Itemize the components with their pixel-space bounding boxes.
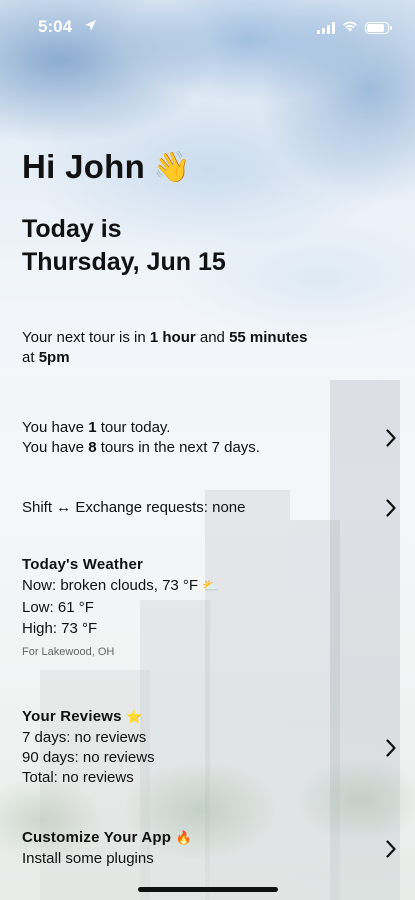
chevron-right-icon xyxy=(383,736,399,760)
location-arrow-icon xyxy=(84,19,97,37)
shift-exchange-row[interactable]: Shift ↔ Exchange requests: none xyxy=(22,496,399,520)
status-icons xyxy=(317,19,392,37)
reviews-7days: 7 days: no reviews xyxy=(22,729,147,746)
weather-now: Now: broken clouds, 73 °F ⛅ xyxy=(22,575,218,597)
shift-exchange-label: Shift ↔ Exchange requests: none xyxy=(22,499,246,516)
weather-high: High: 73 °F xyxy=(22,620,98,637)
customize-subtitle: Install some plugins xyxy=(22,850,154,867)
battery-icon xyxy=(365,22,392,34)
next-tour-time: 5pm xyxy=(38,349,70,366)
chevron-right-icon xyxy=(383,496,399,520)
weather-section: Today's Weather Now: broken clouds, 73 °… xyxy=(22,554,218,663)
weather-location: For Lakewood, OH xyxy=(22,646,115,658)
next-tour-and: and xyxy=(195,329,230,346)
customize-text: Customize Your App 🔥 Install some plugin… xyxy=(22,828,192,869)
weather-low: Low: 61 °F xyxy=(22,599,94,616)
today-label: Today is xyxy=(22,215,122,243)
chevron-right-icon xyxy=(383,426,399,450)
wifi-icon xyxy=(342,19,358,37)
next-tour-minutes: 55 minutes xyxy=(229,329,308,346)
partly-cloudy-icon: ⛅ xyxy=(202,579,219,594)
fire-icon: 🔥 xyxy=(175,831,192,846)
today-date: Today is Thursday, Jun 15 xyxy=(22,213,226,279)
tours-today-count: 1 xyxy=(88,419,97,436)
cellular-signal-icon xyxy=(317,22,335,34)
tours-today-prefix: You have xyxy=(22,419,89,436)
reviews-title-text: Your Reviews xyxy=(22,708,122,725)
tours-week-count: 8 xyxy=(88,439,97,456)
greeting-text: Hi John xyxy=(22,148,146,185)
tours-summary-text: You have 1 tour today. You have 8 tours … xyxy=(22,418,260,458)
status-bar: 5:04 xyxy=(0,0,415,56)
weather-now-text: Now: broken clouds, 73 °F xyxy=(22,577,199,594)
tours-week-prefix: You have xyxy=(22,439,89,456)
tours-week-suffix: tours in the next 7 days. xyxy=(96,439,260,456)
weather-title: Today's Weather xyxy=(22,556,144,573)
greeting-title: Hi John 👋 xyxy=(22,148,191,186)
tours-today-suffix: tour today. xyxy=(96,419,171,436)
status-time: 5:04 xyxy=(38,17,73,36)
waving-hand-icon: 👋 xyxy=(153,149,191,185)
next-tour-info: Your next tour is in 1 hour and 55 minut… xyxy=(22,328,382,368)
next-tour-at: at xyxy=(22,349,39,366)
reviews-row[interactable]: Your Reviews ⭐ 7 days: no reviews 90 day… xyxy=(22,707,399,788)
next-tour-prefix: Your next tour is in xyxy=(22,329,150,346)
today-date-value: Thursday, Jun 15 xyxy=(22,248,226,276)
reviews-90days: 90 days: no reviews xyxy=(22,749,155,766)
reviews-total: Total: no reviews xyxy=(22,769,134,786)
customize-app-row[interactable]: Customize Your App 🔥 Install some plugin… xyxy=(22,828,399,869)
customize-title: Customize Your App 🔥 xyxy=(22,828,192,849)
customize-title-text: Customize Your App xyxy=(22,829,172,846)
reviews-text: Your Reviews ⭐ 7 days: no reviews 90 day… xyxy=(22,707,155,788)
chevron-right-icon xyxy=(383,837,399,861)
tours-summary-row[interactable]: You have 1 tour today. You have 8 tours … xyxy=(22,418,399,458)
reviews-title: Your Reviews ⭐ xyxy=(22,707,155,728)
next-tour-hours: 1 hour xyxy=(149,329,196,346)
star-icon: ⭐ xyxy=(126,710,143,725)
home-indicator[interactable] xyxy=(137,887,278,892)
